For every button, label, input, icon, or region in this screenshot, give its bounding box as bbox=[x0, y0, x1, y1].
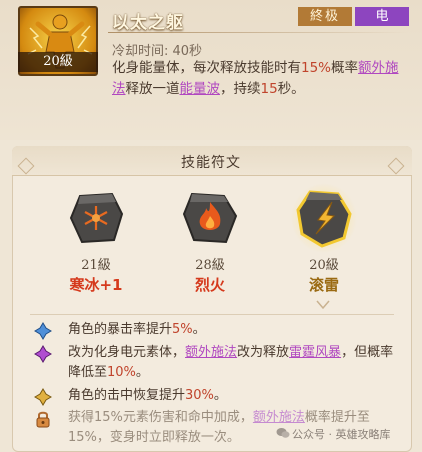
effect-text: 改为化身电元素体，额外施法改为释放雷霆风暴，但概率降低至10%。 bbox=[68, 343, 398, 383]
skill-level-badge: 20級 bbox=[18, 52, 98, 72]
watermark: 公众号 · 英雄攻略库 bbox=[292, 428, 391, 441]
title-divider bbox=[108, 32, 408, 33]
effect-text-part: 改为释放 bbox=[237, 345, 290, 360]
thunder-rune-icon bbox=[288, 180, 360, 256]
effect-text: 角色的击中恢复提升30%。 bbox=[68, 386, 398, 406]
rune-slot-thunder[interactable]: 20級 滚雷 bbox=[288, 180, 360, 295]
effect-text-part: 。 bbox=[135, 365, 149, 380]
rank-badge: 終极 bbox=[298, 7, 352, 26]
cooldown-text: 冷却时间: 40秒 bbox=[112, 44, 203, 59]
effect-value: 30% bbox=[185, 388, 214, 403]
purple-diamond-icon bbox=[34, 345, 52, 363]
effect-text-part: 角色的击中恢复提升 bbox=[68, 388, 186, 403]
effect-value: 10% bbox=[107, 365, 136, 380]
rune-name: 寒冰+1 bbox=[69, 276, 123, 294]
rune-level: 28級 bbox=[195, 258, 225, 273]
extra-cast-keyword-link[interactable]: 额外施法 bbox=[253, 410, 305, 425]
desc-text: 释放一道 bbox=[125, 81, 180, 97]
chevron-down-icon bbox=[316, 300, 330, 310]
desc-chance: 15% bbox=[301, 60, 332, 76]
rune-level: 21級 bbox=[81, 258, 111, 273]
ice-rune-icon bbox=[66, 188, 126, 248]
gold-diamond-icon bbox=[34, 388, 52, 406]
blue-diamond-icon bbox=[34, 322, 52, 340]
desc-text: 概率 bbox=[331, 60, 359, 76]
desc-text: ，持续 bbox=[220, 81, 261, 97]
skill-title: 以太之躯 bbox=[112, 13, 184, 33]
desc-duration: 15 bbox=[260, 81, 278, 97]
effect-text-part: 角色的暴击率提升 bbox=[68, 322, 173, 337]
effects-divider bbox=[30, 314, 394, 315]
extra-cast-keyword-link[interactable]: 额外施法 bbox=[185, 345, 237, 360]
rune-level: 20級 bbox=[309, 258, 339, 273]
skill-description: 化身能量体，每次释放技能时有15%概率额外施法释放一道能量波，持续15秒。 bbox=[112, 58, 408, 100]
rune-name: 滚雷 bbox=[308, 276, 339, 294]
effect-text-part: 获得15%元素伤害和命中加成， bbox=[68, 410, 253, 425]
desc-text: 化身能量体，每次释放技能时有 bbox=[112, 60, 301, 76]
effect-text-part: 改为化身电元素体， bbox=[68, 345, 186, 360]
wechat-icon bbox=[276, 428, 290, 438]
energy-wave-keyword-link[interactable]: 能量波 bbox=[180, 81, 221, 97]
effect-value: 5% bbox=[172, 322, 193, 337]
desc-text: 秒。 bbox=[277, 81, 305, 97]
effect-text-part: 。 bbox=[213, 388, 227, 403]
rune-slot-fire[interactable]: 28級 烈火 bbox=[174, 188, 246, 295]
effect-text: 角色的暴击率提升5%。 bbox=[68, 320, 398, 340]
effect-text-part: 。 bbox=[192, 322, 206, 337]
rune-name: 烈火 bbox=[194, 276, 225, 294]
thunderstorm-keyword-link[interactable]: 雷霆风暴 bbox=[289, 345, 341, 360]
lock-icon bbox=[36, 411, 50, 428]
fire-rune-icon bbox=[180, 188, 240, 248]
rune-slot-ice[interactable]: 21級 寒冰+1 bbox=[60, 188, 132, 295]
element-badge: 电 bbox=[355, 7, 409, 26]
rune-panel-title: 技能符文 bbox=[181, 155, 241, 171]
